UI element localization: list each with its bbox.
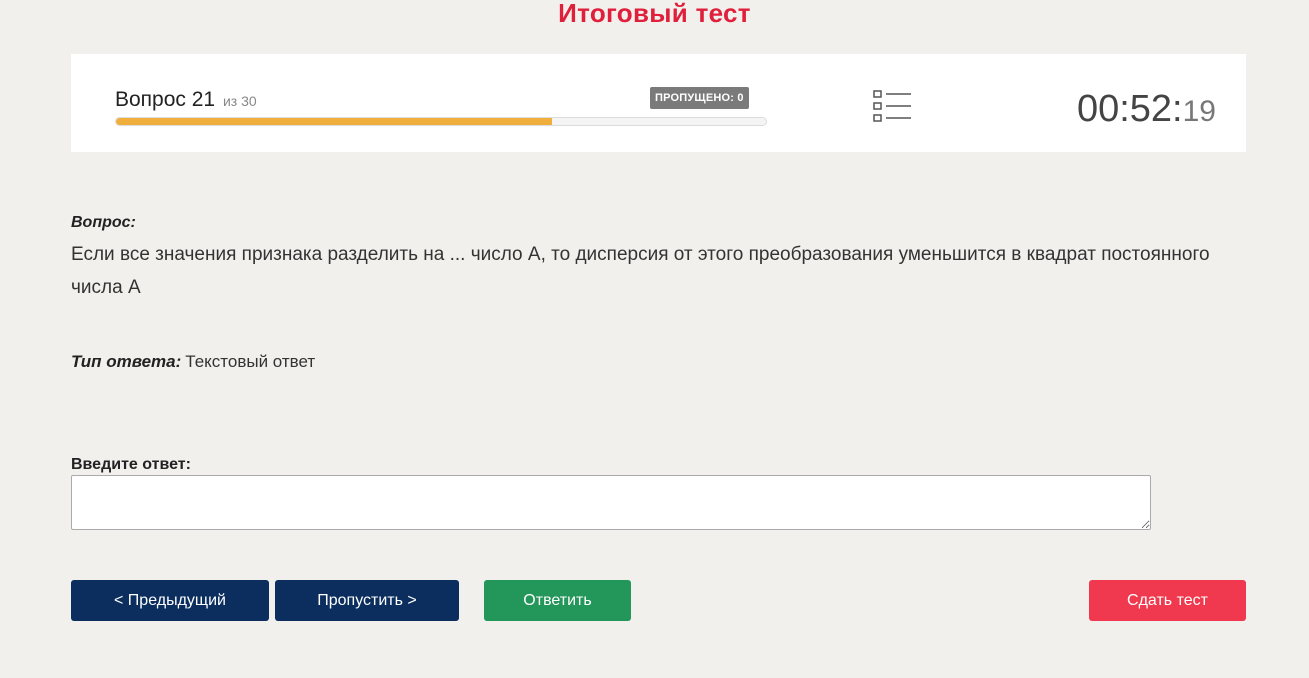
page-title: Итоговый тест [558, 0, 751, 28]
answer-type-label: Тип ответа: [71, 352, 182, 371]
test-page: Итоговый тест Вопрос 21 из 30 ПРОПУЩЕНО:… [0, 0, 1309, 678]
question-total-label: из 30 [222, 93, 257, 109]
answer-input-label: Введите ответ: [71, 456, 191, 473]
question-number-label: Вопрос 21 [115, 88, 216, 111]
answer-type-value: Текстовый ответ [185, 352, 316, 371]
previous-button[interactable]: < Предыдущий [71, 580, 269, 621]
answer-type: Тип ответа: Текстовый ответ [71, 352, 315, 372]
question-caption: Вопрос: [71, 214, 136, 231]
timer-main: 00:52: [1076, 88, 1183, 130]
question-text: Если все значения признака разделить на … [71, 244, 1210, 298]
status-panel: Вопрос 21 из 30 ПРОПУЩЕНО: 0 00:52:19 [71, 54, 1246, 152]
countdown-timer: 00:52:19 [1077, 88, 1216, 131]
question-list-icon[interactable] [871, 88, 913, 126]
timer-seconds: 19 [1182, 95, 1216, 128]
question-block: Вопрос: Если все значения признака разде… [71, 214, 1241, 304]
skipped-badge: ПРОПУЩЕНО: 0 [650, 87, 749, 109]
skip-button[interactable]: Пропустить > [275, 580, 459, 621]
question-counter: Вопрос 21 из 30 [115, 88, 257, 112]
progress-fill [116, 118, 552, 125]
submit-test-button[interactable]: Сдать тест [1089, 580, 1246, 621]
answer-button[interactable]: Ответить [484, 580, 631, 621]
answer-input[interactable] [71, 475, 1151, 530]
progress-bar [115, 117, 767, 126]
